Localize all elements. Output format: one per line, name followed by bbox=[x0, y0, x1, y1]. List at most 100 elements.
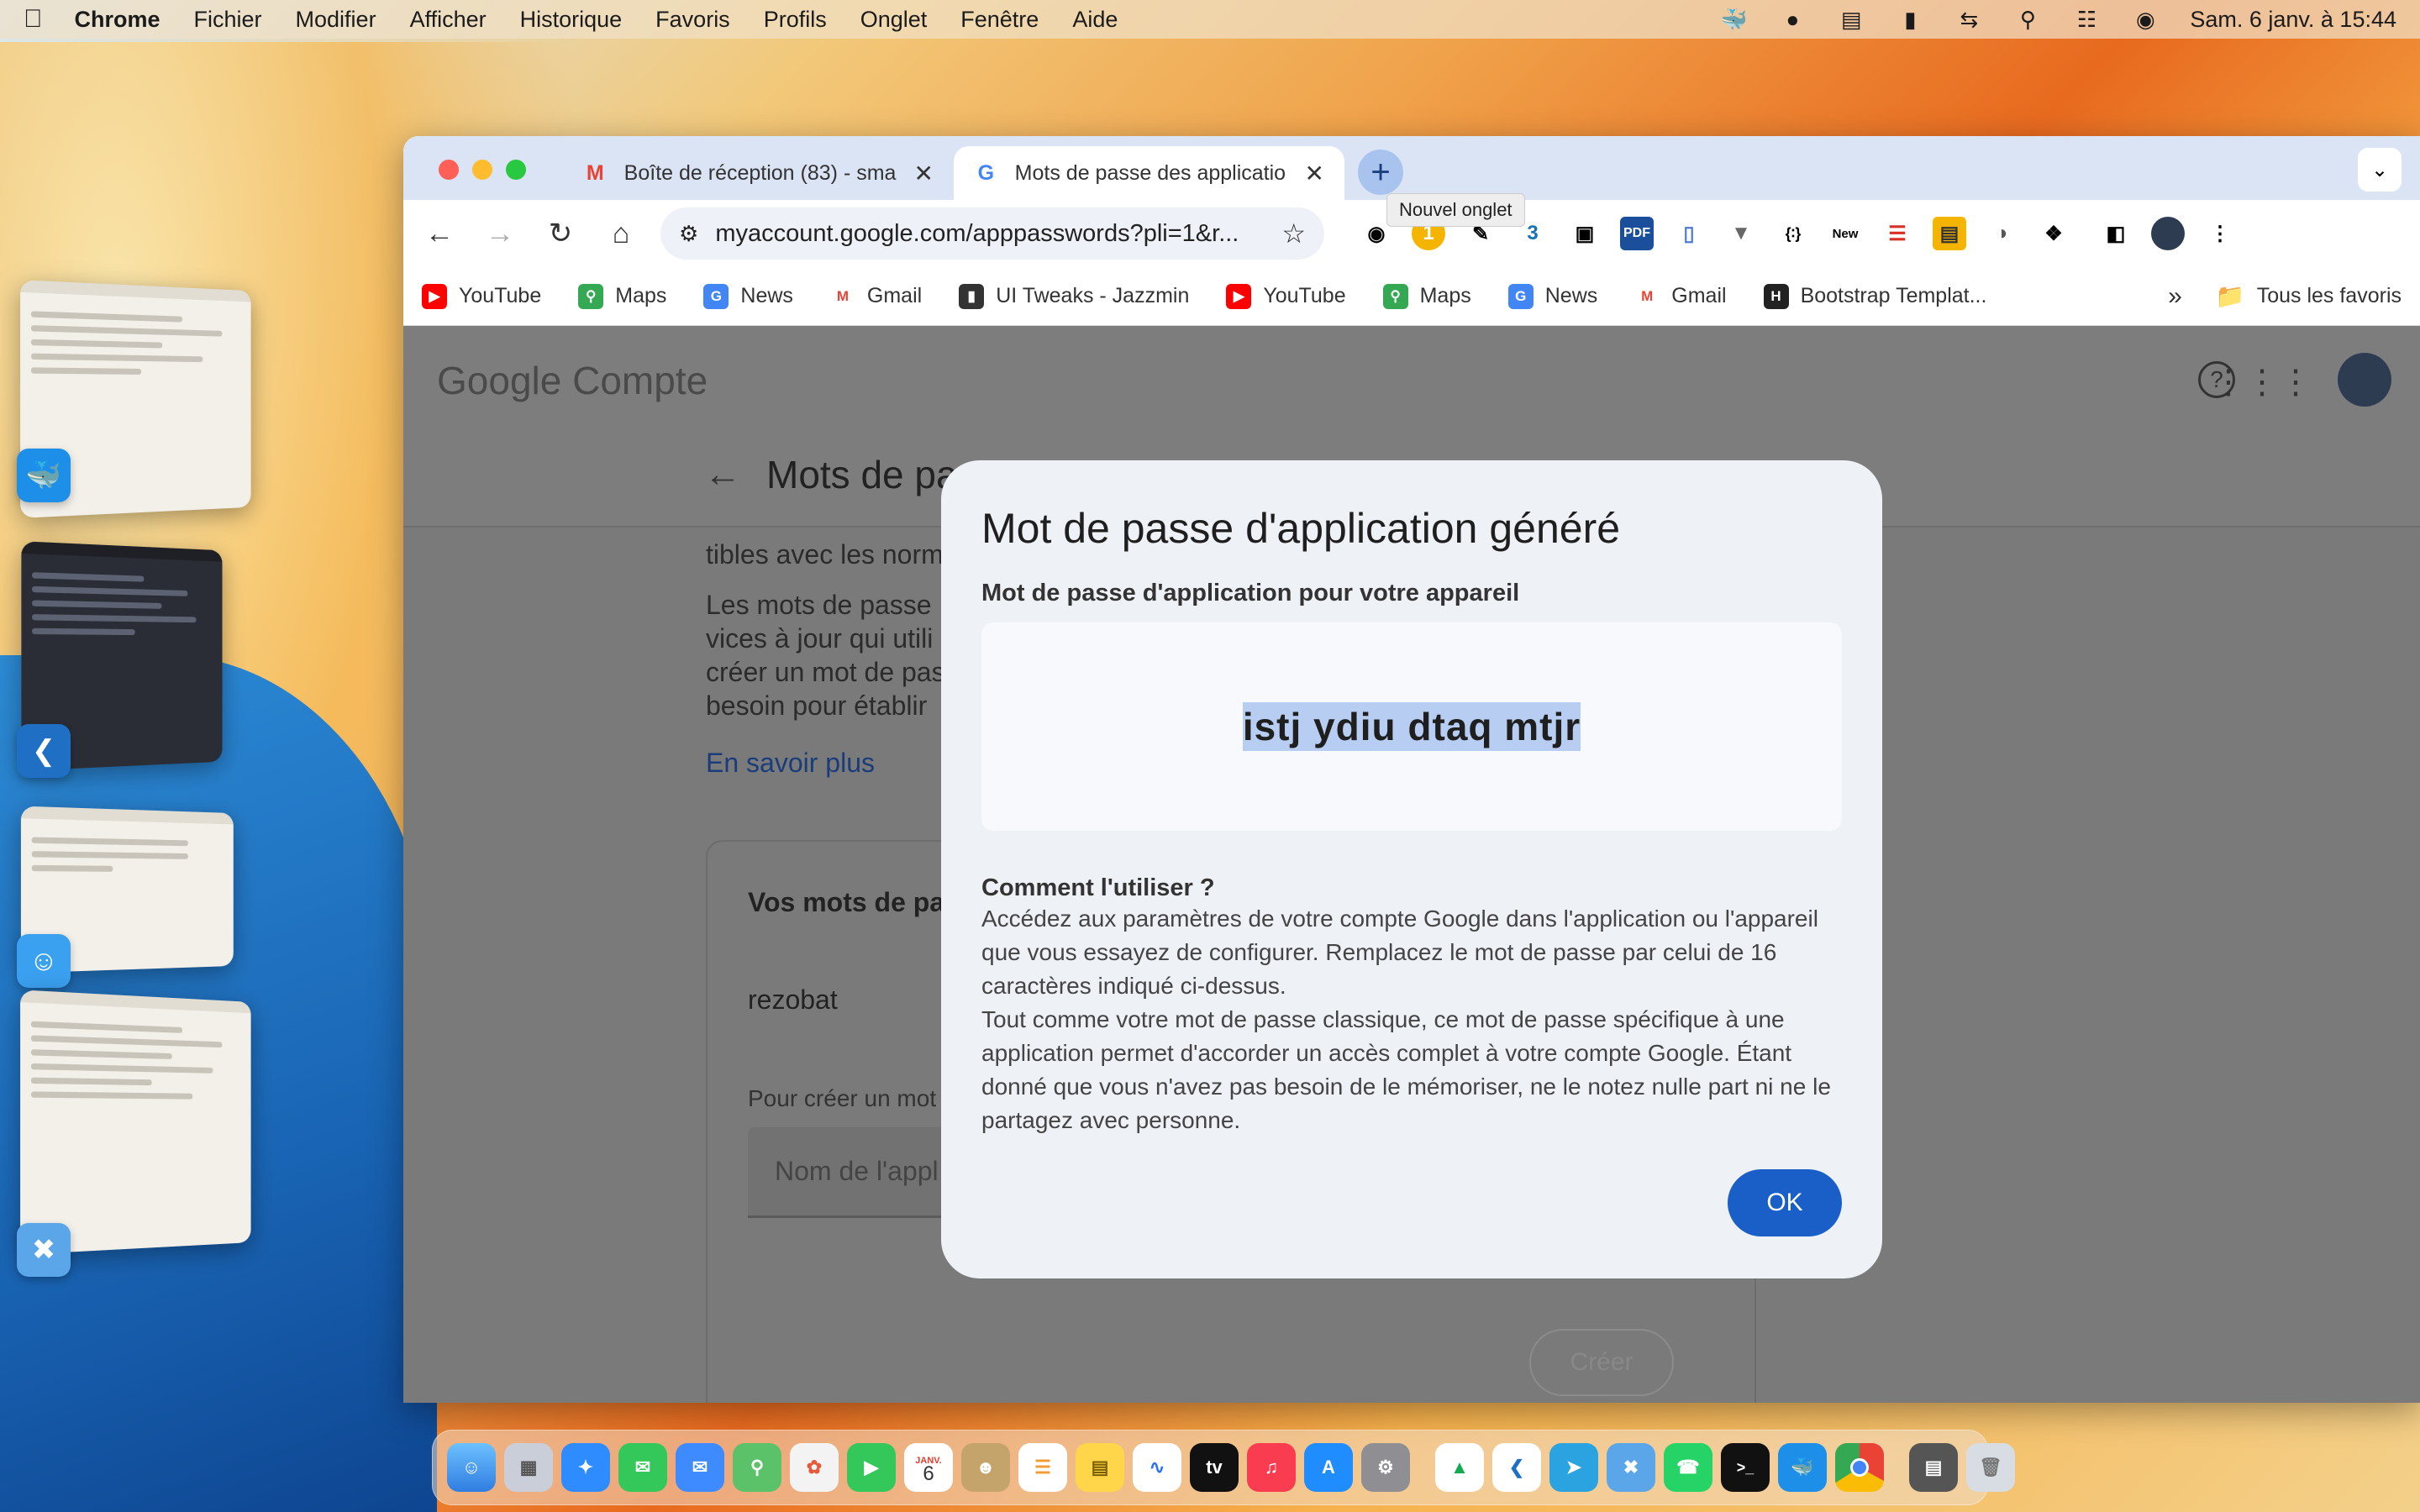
mongodb-compass-icon[interactable]: ▲ bbox=[1435, 1443, 1484, 1492]
menu-onglet[interactable]: Onglet bbox=[860, 7, 928, 33]
display-menu-icon[interactable]: ▤ bbox=[1837, 7, 1865, 32]
menu-modifier[interactable]: Modifier bbox=[296, 7, 376, 33]
telegram-icon[interactable]: ➤ bbox=[1549, 1443, 1598, 1492]
battery-icon[interactable]: ▮ bbox=[1896, 7, 1924, 32]
launchpad-icon[interactable]: ▦ bbox=[504, 1443, 553, 1492]
google-account-logo[interactable]: Google Compte bbox=[437, 358, 708, 403]
bookmark-youtube[interactable]: ▶ YouTube bbox=[422, 283, 541, 309]
list-extension-icon[interactable]: ☰ bbox=[1881, 217, 1914, 250]
home-icon[interactable]: ⌂ bbox=[600, 213, 642, 255]
create-button[interactable]: Créer bbox=[1529, 1329, 1674, 1396]
url-text[interactable]: myaccount.google.com/apppasswords?pli=1&… bbox=[715, 220, 1281, 248]
safari-icon[interactable]: ✦ bbox=[561, 1443, 610, 1492]
mail-icon[interactable]: ✉ bbox=[676, 1443, 724, 1492]
back-icon[interactable]: ← bbox=[418, 213, 460, 255]
bookmark-maps[interactable]: ⚲ Maps bbox=[578, 283, 666, 309]
apple-icon[interactable]:  bbox=[24, 5, 43, 34]
music-icon[interactable]: ♫ bbox=[1247, 1443, 1296, 1492]
spotlight-search-icon[interactable]: ⚲ bbox=[2013, 7, 2042, 32]
terminal-icon[interactable]: >_ bbox=[1721, 1443, 1770, 1492]
close-tab-icon[interactable]: ✕ bbox=[914, 160, 934, 187]
address-bar[interactable]: ⚙ myaccount.google.com/apppasswords?pli=… bbox=[660, 207, 1324, 260]
app-password-entry[interactable]: rezobat bbox=[748, 984, 838, 1016]
chevron-double-right-icon[interactable]: » bbox=[2168, 282, 2182, 311]
github-menu-icon[interactable]: ● bbox=[1778, 7, 1807, 32]
calendar-icon[interactable]: JANV. 6 bbox=[904, 1443, 953, 1492]
dark-reader-icon[interactable]: ◑ bbox=[1985, 217, 2018, 250]
menu-afficher[interactable]: Afficher bbox=[410, 7, 487, 33]
zoom-window-button[interactable] bbox=[506, 160, 526, 180]
ok-button[interactable]: OK bbox=[1728, 1169, 1842, 1236]
chrome-icon[interactable] bbox=[1835, 1443, 1884, 1492]
apple-tv-icon[interactable]: tv bbox=[1190, 1443, 1239, 1492]
minimize-window-button[interactable] bbox=[472, 160, 492, 180]
back-arrow-icon[interactable]: ← bbox=[704, 454, 741, 496]
tool-icon[interactable]: ✖ bbox=[1607, 1443, 1655, 1492]
new-extension-icon[interactable]: New bbox=[1828, 217, 1862, 250]
profile-avatar[interactable] bbox=[2151, 217, 2185, 250]
menu-app-name[interactable]: Chrome bbox=[75, 7, 160, 33]
tool-stage-icon[interactable]: ✖ bbox=[17, 1223, 71, 1277]
vscode-stage-icon[interactable]: ❮ bbox=[17, 724, 71, 778]
contacts-icon[interactable]: ☻ bbox=[961, 1443, 1010, 1492]
bookmark-bootstrap[interactable]: H Bootstrap Templat... bbox=[1763, 283, 1986, 309]
control-center-icon[interactable]: ☷ bbox=[2072, 7, 2101, 32]
stage-window-app[interactable] bbox=[20, 990, 251, 1255]
extensions-puzzle-icon[interactable]: ❖ bbox=[2037, 217, 2070, 250]
menu-historique[interactable]: Historique bbox=[520, 7, 623, 33]
picture-in-picture-icon[interactable]: ▣ bbox=[1568, 217, 1602, 250]
apps-grid-icon[interactable]: ⋮⋮⋮ bbox=[2212, 363, 2312, 402]
app-store-icon[interactable]: A bbox=[1304, 1443, 1353, 1492]
tab-search-button[interactable]: ⌄ bbox=[2358, 148, 2402, 192]
reload-icon[interactable]: ↻ bbox=[539, 213, 581, 255]
pdf-extension-icon[interactable]: PDF bbox=[1620, 217, 1654, 250]
menu-fichier[interactable]: Fichier bbox=[194, 7, 262, 33]
forward-icon[interactable]: → bbox=[479, 213, 521, 255]
tab-gmail[interactable]: M Boîte de réception (83) - sma ✕ bbox=[563, 146, 954, 200]
photos-icon[interactable]: ✿ bbox=[790, 1443, 839, 1492]
vscode-icon[interactable]: ❮ bbox=[1492, 1443, 1541, 1492]
menu-fenetre[interactable]: Fenêtre bbox=[960, 7, 1039, 33]
side-panel-icon[interactable]: ◧ bbox=[2099, 217, 2133, 250]
screen-mirroring-icon[interactable]: ⇆ bbox=[1954, 7, 1983, 32]
notes-icon[interactable]: ▤ bbox=[1076, 1443, 1124, 1492]
generated-password[interactable]: istj ydiu dtaq mtjr bbox=[1242, 702, 1581, 751]
finder-stage-icon[interactable]: ☺ bbox=[17, 934, 71, 988]
all-bookmarks-folder[interactable]: 📁 Tous les favoris bbox=[2216, 282, 2402, 310]
bookmark-youtube-2[interactable]: ▶ YouTube bbox=[1226, 283, 1346, 309]
docker-icon[interactable]: 🐳 bbox=[1778, 1443, 1827, 1492]
whatsapp-icon[interactable]: ☎ bbox=[1664, 1443, 1712, 1492]
bookmark-maps-2[interactable]: ⚲ Maps bbox=[1382, 283, 1471, 309]
freeform-icon[interactable]: ∿ bbox=[1133, 1443, 1181, 1492]
recent-item-icon[interactable]: ▤ bbox=[1909, 1443, 1958, 1492]
json-extension-icon[interactable]: {∶} bbox=[1776, 217, 1810, 250]
docker-menu-icon[interactable]: 🐳 bbox=[1719, 7, 1748, 32]
system-settings-icon[interactable]: ⚙ bbox=[1361, 1443, 1410, 1492]
new-tab-button[interactable]: + bbox=[1358, 150, 1403, 195]
vue-devtools-icon[interactable]: ▼ bbox=[1724, 217, 1758, 250]
bookmark-gmail[interactable]: M Gmail bbox=[829, 283, 922, 309]
site-settings-icon[interactable]: ⚙ bbox=[679, 221, 698, 247]
docker-stage-icon[interactable]: 🐳 bbox=[17, 449, 71, 502]
close-window-button[interactable] bbox=[439, 160, 459, 180]
chrome-menu-icon[interactable]: ⋮ bbox=[2203, 217, 2237, 250]
finder-icon[interactable]: ☺ bbox=[447, 1443, 496, 1492]
trash-icon[interactable]: 🗑 bbox=[1966, 1443, 2015, 1492]
menu-favoris[interactable]: Favoris bbox=[655, 7, 730, 33]
close-tab-icon[interactable]: ✕ bbox=[1305, 160, 1324, 187]
clipboard-extension-icon[interactable]: ▯ bbox=[1672, 217, 1706, 250]
messages-icon[interactable]: ✉ bbox=[618, 1443, 667, 1492]
learn-more-link[interactable]: En savoir plus bbox=[706, 748, 875, 779]
tab-app-passwords[interactable]: G Mots de passe des applicatio ✕ bbox=[954, 146, 1344, 200]
bookmark-star-icon[interactable]: ☆ bbox=[1281, 218, 1306, 249]
menu-aide[interactable]: Aide bbox=[1072, 7, 1118, 33]
screenshot-extension-icon[interactable]: ▤ bbox=[1933, 217, 1966, 250]
bookmark-gmail-2[interactable]: M Gmail bbox=[1634, 283, 1727, 309]
bookmark-jazzmin[interactable]: ▮ UI Tweaks - Jazzmin bbox=[959, 283, 1189, 309]
maps-app-icon[interactable]: ⚲ bbox=[733, 1443, 781, 1492]
bookmark-news[interactable]: G News bbox=[703, 283, 793, 309]
siri-icon[interactable]: ◉ bbox=[2131, 7, 2160, 32]
account-avatar[interactable] bbox=[2338, 353, 2391, 407]
facetime-icon[interactable]: ▶ bbox=[847, 1443, 896, 1492]
menu-profils[interactable]: Profils bbox=[764, 7, 827, 33]
